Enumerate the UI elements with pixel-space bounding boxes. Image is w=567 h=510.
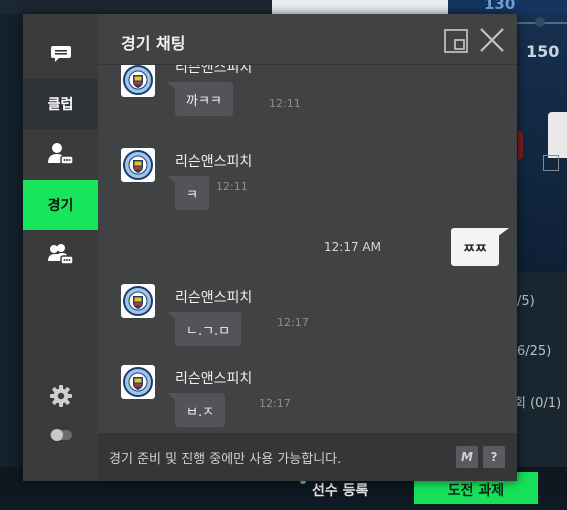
help-button[interactable]: ?	[483, 446, 505, 468]
message-time: 12:17	[277, 316, 309, 329]
message-list[interactable]: 리슨앤스피치 까ㅋㅋ 12:11 리슨앤스피치 ㅋ 12:11 12:17 AM	[98, 65, 517, 433]
background-slider-dot	[535, 17, 545, 27]
sidebar-item-club-label: 클럽	[47, 97, 74, 113]
gear-icon	[49, 385, 72, 407]
background-jersey	[548, 112, 567, 158]
club-crest-icon	[123, 286, 153, 316]
background-stat-3: 회 (0/1)	[514, 396, 562, 411]
message-time: 12:11	[216, 180, 248, 193]
chat-notice: 경기 준비 및 진행 중에만 사용 가능합니다.	[109, 452, 342, 467]
message-sender: 리슨앤스피치	[175, 65, 253, 76]
message-bubble: ㄴ.ㄱ.ㅁ	[166, 312, 242, 346]
sidebar-item-toggle[interactable]	[23, 410, 98, 460]
club-crest-avatar	[121, 365, 155, 399]
toggle-icon	[49, 429, 72, 441]
chat-title: 경기 채팅	[121, 34, 186, 53]
message-sender: 리슨앤스피치	[175, 154, 253, 170]
user-chat-icon	[47, 143, 74, 165]
background-score-top: 130	[484, 0, 516, 13]
sidebar-item-match[interactable]: 경기	[23, 180, 98, 230]
background-score: 150	[526, 42, 560, 61]
message-bubble: 까ㅋㅋ	[167, 82, 233, 116]
chat-sidebar: 클럽 경기	[23, 14, 98, 481]
background-checkbox	[543, 155, 559, 171]
restore-window-icon[interactable]	[443, 28, 469, 54]
message-bubble-mine: ㅉㅉ	[451, 228, 509, 266]
chat-footer: 경기 준비 및 진행 중에만 사용 가능합니다. M ?	[98, 433, 517, 481]
club-crest-avatar	[121, 284, 155, 318]
background-stat-1: /5)	[517, 294, 535, 309]
message-bubble: ㅂ.ㅈ	[166, 393, 226, 427]
sidebar-item-match-label: 경기	[47, 198, 74, 214]
club-crest-avatar	[121, 148, 155, 182]
message-time: 12:17 AM	[324, 240, 381, 254]
message-time: 12:17	[259, 397, 291, 410]
macro-button[interactable]: M	[456, 446, 478, 468]
background-stat-2: 6/25)	[517, 344, 552, 359]
club-crest-icon	[123, 150, 153, 180]
background-badge	[518, 130, 523, 160]
player-register-link[interactable]: 선수 등록	[312, 480, 368, 500]
message-sender: 리슨앤스피치	[175, 290, 253, 306]
club-crest-avatar	[121, 65, 155, 97]
sidebar-item-chat[interactable]	[23, 29, 98, 79]
club-crest-icon	[123, 367, 153, 397]
message-time: 12:11	[269, 97, 301, 110]
sidebar-item-club[interactable]: 클럽	[23, 79, 98, 129]
chat-header: 경기 채팅	[98, 14, 517, 65]
message-bubble: ㅋ	[167, 176, 209, 210]
sidebar-item-friend[interactable]	[23, 129, 98, 179]
background-card	[272, 0, 448, 14]
close-icon[interactable]	[478, 26, 506, 54]
message-sender: 리슨앤스피치	[175, 371, 253, 387]
sidebar-item-group[interactable]	[23, 230, 98, 280]
match-chat-window: 클럽 경기 경기 채팅 리슨앤스피치 까ㅋㅋ 12:11 리슨앤스피치 ㅋ 12…	[23, 14, 517, 481]
background-left-area	[0, 14, 23, 467]
chat-bubble-icon	[50, 46, 71, 62]
group-chat-icon	[47, 244, 74, 265]
club-crest-icon	[123, 65, 153, 95]
